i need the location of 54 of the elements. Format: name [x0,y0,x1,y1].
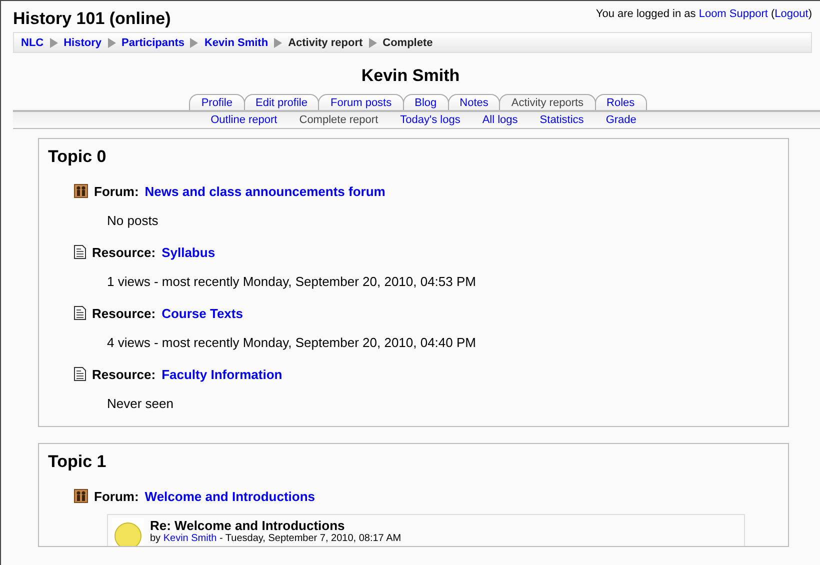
activity-status: 4 views - most recently Monday, September 20, 2010, 04:40 PM [107,335,477,352]
document-icon [74,306,86,320]
login-info: You are logged in as Loom Support (Logout) [596,8,812,22]
document-icon [74,367,86,381]
tab[interactable]: Forum posts [318,94,404,110]
breadcrumb-item: Activity report [288,36,363,48]
course-title: History 101 (online) [13,9,171,29]
separator-arrow-icon [273,38,284,48]
activity-status: 1 views - most recently Monday, September 20, 2010, 04:53 PM [107,274,477,291]
activity-type: Resource: [92,244,156,260]
tab[interactable]: Roles [594,94,647,110]
topic-heading: Topic 1 [48,452,108,472]
people-icon [74,489,88,503]
activity-type: Forum: [94,488,139,504]
activity-link[interactable]: News and class announcements forum [144,184,386,198]
activity-status: No posts [107,213,160,230]
breadcrumb-link[interactable]: NLC [21,36,44,48]
breadcrumb-link[interactable]: History [64,36,102,48]
people-icon [74,184,88,198]
activity-link[interactable]: Faculty Information [162,366,282,382]
tab[interactable]: Notes [448,94,500,110]
subtab-link[interactable]: Outline report [210,114,278,126]
separator-arrow-icon [106,38,117,48]
activity-link[interactable]: Welcome and Introductions [144,488,315,504]
document-icon [74,245,86,259]
separator-arrow-icon [189,38,200,48]
activity-status: Never seen [107,396,174,413]
subtab-link[interactable]: Statistics [540,114,584,126]
author-link[interactable]: Kevin Smith [163,533,217,544]
subtab-link[interactable]: All logs [482,114,518,126]
topic-heading: Topic 0 [48,147,108,167]
separator-arrow-icon [48,38,59,48]
activity-type: Resource: [92,306,156,320]
subtab-link[interactable]: Today's logs [400,114,460,126]
tab[interactable]: Activity reports [499,94,596,110]
post-date: - Tuesday, September 7, 2010, 08:17 AM [219,533,402,544]
activity-type: Forum: [94,184,139,198]
tab[interactable]: Profile [189,94,244,110]
breadcrumb-item: Complete [382,36,433,48]
tab[interactable]: Blog [402,94,449,110]
post-by: by [150,533,161,544]
tab[interactable]: Edit profile [244,94,320,110]
logout-link[interactable]: Logout [774,8,808,20]
subtab-link[interactable]: Grade [606,114,636,126]
breadcrumb-link[interactable]: Participants [122,36,184,48]
separator-arrow-icon [368,38,378,48]
breadcrumb-link[interactable]: Kevin Smith [204,36,268,48]
activity-link[interactable]: Syllabus [162,244,216,260]
post-title: Re: Welcome and Introductions [150,518,346,533]
subtab-link[interactable]: Complete report [299,114,378,126]
user-link[interactable]: Loom Support [698,8,768,20]
page-title: Kevin Smith [360,66,461,87]
activity-type: Resource: [92,366,156,382]
activity-link[interactable]: Course Texts [162,306,243,320]
